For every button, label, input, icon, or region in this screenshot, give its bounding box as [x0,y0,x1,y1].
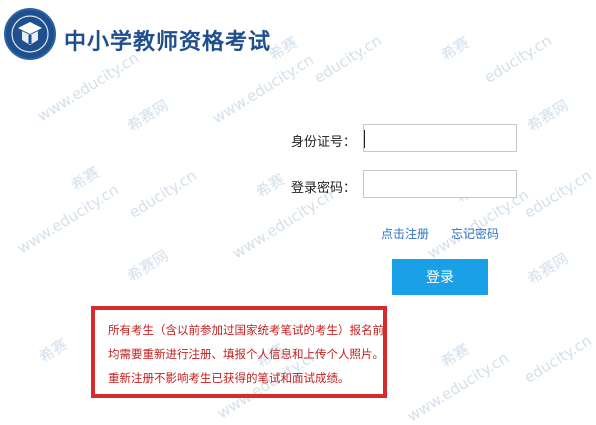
text-cursor [364,130,365,148]
watermark-text: 希赛网 [123,246,172,286]
watermark-text: 希赛网 [123,96,172,136]
login-button[interactable]: 登录 [392,259,488,295]
watermark-text: 希赛网 [523,249,572,289]
notice-box: 所有考生（含以前参加过国家统考笔试的考生）报名前 均需要重新进行注册、填报个人信… [91,306,387,398]
notice-line: 所有考生（含以前参加过国家统考笔试的考生）报名前 [108,323,384,337]
id-number-input[interactable] [363,124,517,152]
page-header: 中小学教师资格考试 [0,0,596,70]
watermark-text: 希赛 [67,163,103,195]
watermark-text: 希赛 [35,335,71,367]
register-link[interactable]: 点击注册 [381,225,429,242]
notice-line: 重新注册不影响考生已获得的笔试和面试成绩。 [108,371,350,385]
id-number-label: 身份证号： [290,135,356,150]
watermark-text: www.educity.cn [14,180,122,258]
watermark-text: educity.cn [520,166,595,222]
watermark-text: 希赛 [437,340,473,372]
watermark-text: www.educity.cn [404,348,512,425]
watermark-text: educity.cn [520,331,595,387]
forgot-password-link[interactable]: 忘记密码 [451,225,499,242]
watermark-text: 希赛网 [523,96,572,136]
password-label: 登录密码： [290,181,356,196]
notice-line: 均需要重新进行注册、填报个人信息和上传个人照片。 [108,347,384,361]
exam-logo-icon [4,8,56,60]
watermark-text: www.educity.cn [229,185,337,263]
site-title: 中小学教师资格考试 [64,30,272,55]
password-input[interactable] [363,170,517,198]
watermark-text: educity.cn [125,166,200,222]
